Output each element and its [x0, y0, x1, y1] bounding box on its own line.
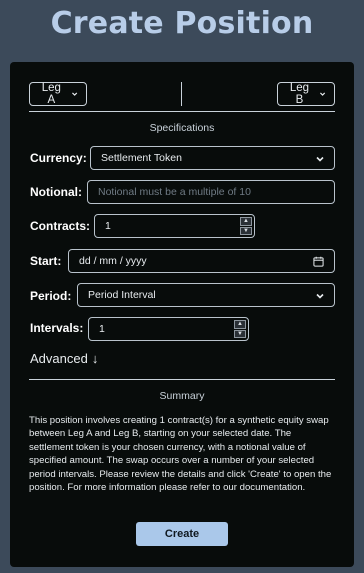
summary-text: This position involves creating 1 contra… [29, 415, 332, 494]
notional-input[interactable]: Notional must be a multiple of 10 [87, 180, 335, 204]
summary-heading: Summary [159, 390, 205, 402]
leg-selector: Leg A Leg B [29, 82, 335, 108]
chevron-down-icon [71, 92, 77, 96]
arrow-down-icon: ↓ [91, 351, 99, 366]
period-value: Period Interval [88, 289, 156, 301]
chevron-down-icon [316, 293, 324, 299]
intervals-label: Intervals: [30, 321, 84, 335]
notional-label: Notional: [30, 185, 82, 199]
leg-a-dropdown[interactable]: Leg A [29, 82, 87, 106]
chevron-down-icon [319, 92, 325, 96]
intervals-input[interactable]: 1 ▲ ▼ [88, 317, 249, 341]
calendar-icon[interactable] [313, 256, 324, 267]
intervals-value: 1 [99, 323, 105, 335]
leg-divider [181, 82, 182, 106]
currency-value: Settlement Token [101, 152, 182, 164]
period-select[interactable]: Period Interval [77, 283, 335, 307]
start-label: Start: [30, 254, 62, 268]
advanced-label: Advanced [30, 351, 88, 366]
spinner-arrows-icon[interactable]: ▲ ▼ [234, 320, 246, 338]
contracts-input[interactable]: 1 ▲ ▼ [94, 214, 255, 238]
currency-label: Currency: [30, 151, 87, 165]
chevron-down-icon [316, 156, 324, 162]
currency-select[interactable]: Settlement Token [90, 146, 335, 170]
leg-a-label: Leg A [41, 82, 61, 106]
leg-b-dropdown[interactable]: Leg B [277, 82, 335, 106]
start-date-input[interactable]: dd / mm / yyyy [68, 249, 335, 273]
create-position-card: Leg A Leg B Specifications Currency: Set… [10, 62, 354, 567]
contracts-value: 1 [105, 220, 111, 232]
spinner-arrows-icon[interactable]: ▲ ▼ [240, 217, 252, 235]
leg-b-label: Leg B [289, 82, 310, 106]
advanced-toggle[interactable]: Advanced ↓ [30, 351, 98, 366]
create-button[interactable]: Create [136, 522, 228, 546]
section-divider [29, 379, 335, 380]
period-label: Period: [30, 289, 72, 303]
notional-placeholder: Notional must be a multiple of 10 [98, 186, 251, 198]
section-divider [29, 111, 335, 112]
specifications-heading: Specifications [149, 122, 215, 134]
contracts-label: Contracts: [30, 219, 91, 233]
start-date-value: dd / mm / yyyy [79, 255, 147, 267]
page-title: Create Position [50, 6, 314, 41]
